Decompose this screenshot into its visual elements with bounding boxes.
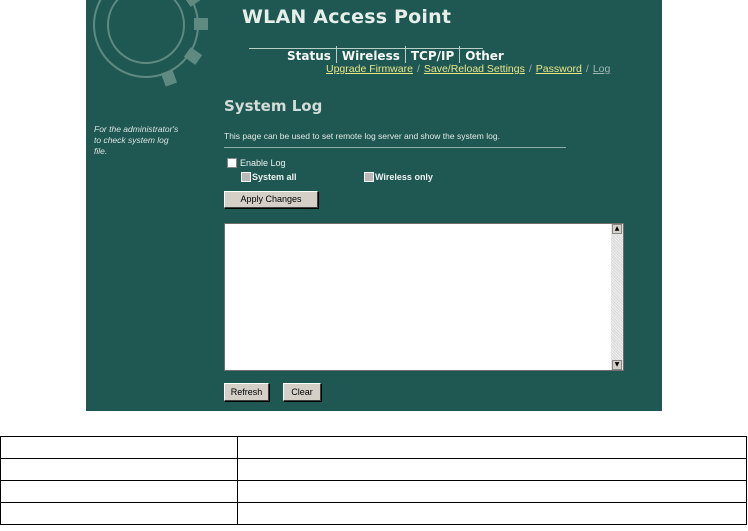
tab-wireless[interactable]: Wireless xyxy=(335,46,405,63)
divider xyxy=(224,147,566,148)
table-cell xyxy=(0,458,238,481)
main-tabs: Status Wireless TCP/IP Other xyxy=(282,46,509,63)
system-all-label: System all xyxy=(252,171,297,182)
link-upgrade-firmware[interactable]: Upgrade Firmware xyxy=(326,63,413,75)
table-row xyxy=(0,502,747,525)
app-window: WLAN Access Point Status Wireless TCP/IP… xyxy=(86,0,662,411)
system-all-option[interactable]: System all xyxy=(241,171,297,182)
table-row xyxy=(0,480,747,503)
page-description: This page can be used to set remote log … xyxy=(224,131,500,141)
link-log[interactable]: Log xyxy=(593,63,611,75)
table-cell xyxy=(0,480,238,503)
wireless-only-label: Wireless only xyxy=(375,171,433,182)
app-title: WLAN Access Point xyxy=(242,6,452,28)
table-cell xyxy=(237,502,747,525)
log-scrollbar[interactable]: ▲ ▼ xyxy=(611,224,623,370)
table-cell xyxy=(0,502,238,525)
clear-button[interactable]: Clear xyxy=(283,383,321,401)
wireless-only-checkbox[interactable] xyxy=(364,171,374,182)
page-title: System Log xyxy=(224,97,323,115)
tab-tcpip[interactable]: TCP/IP xyxy=(404,46,459,63)
blank-table xyxy=(0,436,747,525)
table-row xyxy=(0,458,747,481)
table-cell xyxy=(237,458,747,481)
sub-navigation: Upgrade Firmware / Save/Reload Settings / Pa… xyxy=(326,63,611,75)
table-cell xyxy=(0,436,238,459)
enable-log-option[interactable]: Enable Log xyxy=(227,157,286,168)
tab-status[interactable]: Status xyxy=(282,46,336,63)
link-save-reload-settings[interactable]: Save/Reload Settings xyxy=(424,63,525,75)
refresh-button[interactable]: Refresh xyxy=(224,383,269,401)
gear-logo-icon xyxy=(93,0,208,87)
system-log-textarea[interactable]: ▲ ▼ xyxy=(224,223,624,371)
apply-changes-button[interactable]: Apply Changes xyxy=(224,191,318,208)
enable-log-label: Enable Log xyxy=(240,157,286,168)
sidebar-note: For the administrator's to check system … xyxy=(94,124,179,156)
tab-other[interactable]: Other xyxy=(459,46,509,63)
scroll-down-icon[interactable]: ▼ xyxy=(612,360,622,370)
enable-log-checkbox[interactable] xyxy=(227,157,237,168)
link-password[interactable]: Password xyxy=(536,63,582,75)
scroll-up-icon[interactable]: ▲ xyxy=(612,224,622,234)
table-row xyxy=(0,436,747,459)
table-cell xyxy=(237,480,747,503)
system-all-checkbox[interactable] xyxy=(241,171,251,182)
table-cell xyxy=(237,436,747,459)
wireless-only-option[interactable]: Wireless only xyxy=(364,171,433,182)
